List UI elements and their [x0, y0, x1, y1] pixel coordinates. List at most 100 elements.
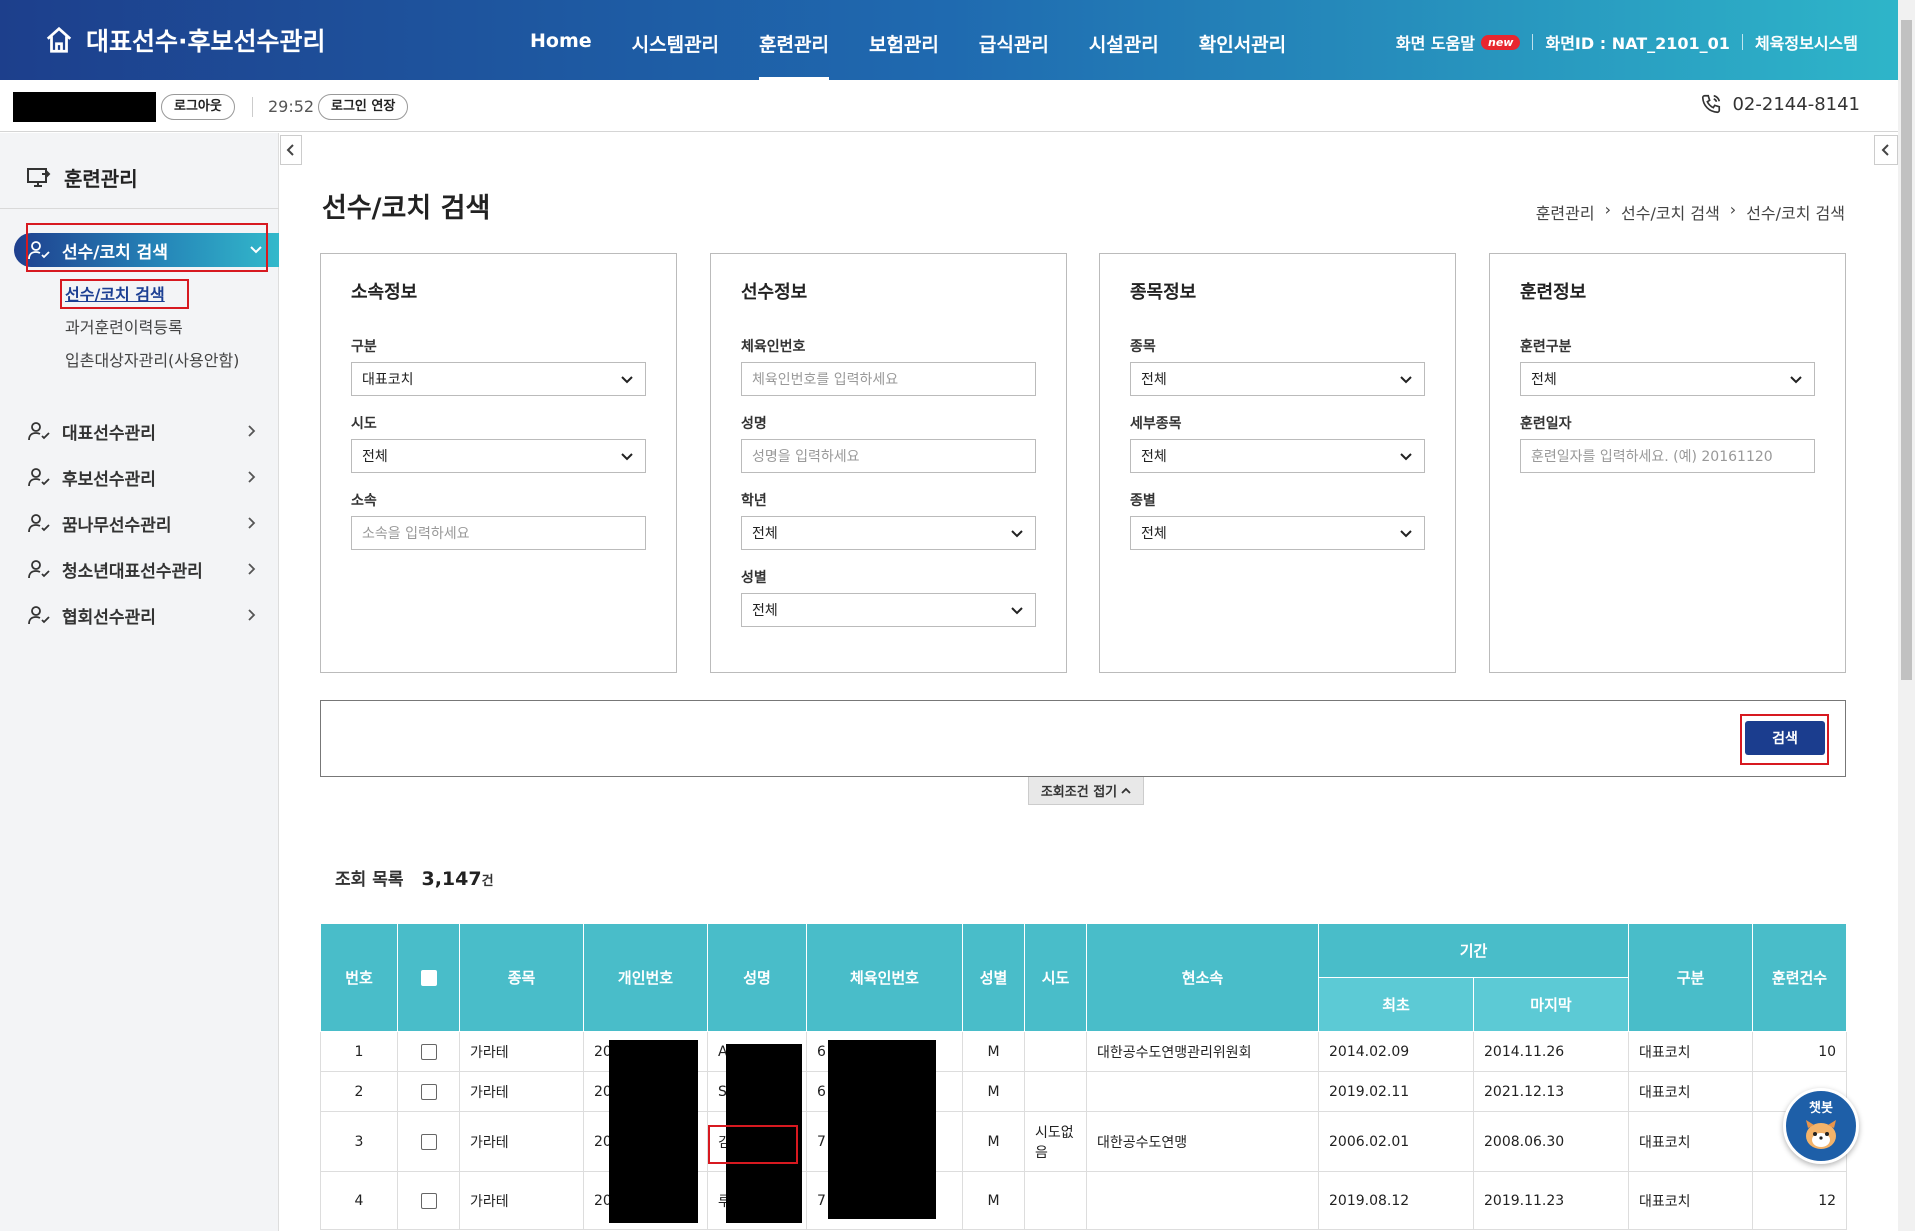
result-count-wrap: 3,147건 [421, 868, 493, 890]
fold-conditions-button[interactable]: 조회조건 접기 [1028, 777, 1144, 805]
col-header-period: 기간 [1317, 923, 1630, 978]
select-all-checkbox[interactable] [420, 970, 437, 986]
panel-affiliation: 소속정보 구분 대표코치 시도 전체 소속 소속을 입력하세요 [320, 253, 677, 673]
extend-login-button[interactable]: 로그인 연장 [318, 94, 409, 120]
col-header-sports-id[interactable]: 체육인번호 [806, 923, 963, 1032]
cell-select[interactable] [397, 1111, 460, 1172]
cell-first: 2019.08.12 [1318, 1171, 1474, 1230]
divider [1741, 34, 1743, 50]
nav-certificate[interactable]: 확인서관리 [1199, 30, 1286, 80]
sido-select[interactable]: 전체 [351, 439, 646, 473]
chevron-right-icon: › [1729, 200, 1737, 219]
sidebar-item-candidate-athlete[interactable]: 후보선수관리 [28, 462, 268, 492]
sidebar-item-dream-tree-athlete[interactable]: 꿈나무선수관리 [28, 508, 268, 538]
cell-sport: 가라테 [459, 1031, 584, 1072]
cell-count: 10 [1752, 1031, 1848, 1072]
training-date-input[interactable]: 훈련일자를 입력하세요. (예) 20161120 [1520, 439, 1815, 473]
table-row[interactable]: 3 가라테 20 김 7 M 시도없음 대한공수도연맹 2006.02.01 2… [320, 1111, 1848, 1172]
col-header-org[interactable]: 현소속 [1086, 923, 1319, 1032]
detail-sport-select[interactable]: 전체 [1130, 439, 1425, 473]
col-header-gender[interactable]: 성별 [962, 923, 1025, 1032]
name-input[interactable]: 성명을 입력하세요 [741, 439, 1036, 473]
panel-title: 훈련정보 [1520, 282, 1587, 303]
breadcrumb-item: 선수/코치 검색 [1746, 204, 1845, 223]
cell-sport: 가라테 [459, 1111, 584, 1172]
cell-select[interactable] [397, 1031, 460, 1072]
submenu-past-training[interactable]: 과거훈련이력등록 [65, 314, 183, 338]
breadcrumb-item[interactable]: 훈련관리 [1536, 200, 1595, 224]
name-label: 성명 [741, 416, 767, 432]
table-row[interactable]: 1 가라테 20 A 6 M 대한공수도연맹관리위원회 2014.02.09 2… [320, 1031, 1848, 1072]
cell-division: 대표코치 [1628, 1031, 1754, 1072]
chevron-right-icon [248, 517, 256, 529]
table-row[interactable]: 4 가라테 20 루 카 7 M 2019.08.12 2019.11.23 대… [320, 1171, 1848, 1230]
panel-title: 소속정보 [351, 282, 418, 303]
col-header-name[interactable]: 성명 [707, 923, 807, 1032]
scrollbar-thumb[interactable] [1901, 20, 1912, 680]
app-logo[interactable]: 대표선수·후보선수관리 [44, 22, 326, 58]
chevron-left-icon [286, 144, 294, 156]
table-row[interactable]: 2 가라테 20 S 6 M 2019.02.11 2021.12.13 대표코… [320, 1071, 1848, 1112]
col-header-count[interactable]: 훈련건수 [1752, 923, 1848, 1032]
cell-org [1086, 1071, 1319, 1112]
nav-meal[interactable]: 급식관리 [979, 30, 1049, 80]
system-link[interactable]: 체육정보시스템 [1755, 30, 1858, 54]
nav-insurance[interactable]: 보험관리 [869, 30, 939, 80]
logout-button[interactable]: 로그아웃 [161, 94, 235, 120]
nav-facility[interactable]: 시설관리 [1089, 30, 1159, 80]
cell-division: 대표코치 [1628, 1171, 1754, 1230]
chatbot-label: 챗봇 [1809, 1101, 1833, 1116]
cell-last: 2019.11.23 [1472, 1171, 1630, 1230]
nav-home[interactable]: Home [530, 30, 592, 80]
grade-label: 학년 [741, 493, 767, 509]
col-header-sport[interactable]: 종목 [459, 923, 584, 1032]
top-header: 대표선수·후보선수관리 Home 시스템관리 훈련관리 보험관리 급식관리 시설… [0, 0, 1898, 80]
sidebar-item-association-athlete[interactable]: 협회선수관리 [28, 600, 268, 630]
class-label: 종별 [1130, 493, 1156, 509]
help-link[interactable]: 화면 도움말 [1396, 30, 1475, 54]
col-header-no[interactable]: 번호 [320, 923, 398, 1032]
row-checkbox[interactable] [420, 1083, 437, 1100]
highlight-box [708, 1125, 798, 1164]
col-header-division[interactable]: 구분 [1628, 923, 1754, 1032]
sidebar-title: 훈련관리 [26, 163, 138, 192]
page-scrollbar[interactable] [1898, 0, 1915, 1231]
cell-gender: M [962, 1111, 1025, 1172]
sidebar-item-national-athlete[interactable]: 대표선수관리 [28, 416, 268, 446]
cell-select[interactable] [397, 1171, 460, 1230]
cell-select[interactable] [397, 1071, 460, 1112]
right-panel-toggle[interactable] [1874, 135, 1898, 165]
org-input[interactable]: 소속을 입력하세요 [351, 516, 646, 550]
result-count: 3,147 [421, 868, 482, 890]
grade-select[interactable]: 전체 [741, 516, 1036, 550]
col-header-first[interactable]: 최초 [1318, 977, 1474, 1032]
col-header-select-all[interactable] [397, 923, 460, 1032]
breadcrumb-item[interactable]: 선수/코치 검색 [1621, 200, 1720, 224]
gender-select[interactable]: 전체 [741, 593, 1036, 627]
col-header-sido[interactable]: 시도 [1024, 923, 1087, 1032]
chevron-down-icon [1011, 530, 1023, 538]
nav-system[interactable]: 시스템관리 [632, 30, 719, 80]
col-header-personal-no[interactable]: 개인번호 [583, 923, 708, 1032]
cell-sido [1024, 1071, 1087, 1112]
phone-number: 02-2144-8141 [1732, 93, 1860, 115]
nav-training[interactable]: 훈련관리 [759, 30, 829, 80]
highlight-box [60, 279, 189, 309]
sidebar-item-youth-national[interactable]: 청소년대표선수관리 [28, 554, 268, 584]
sidebar-item-label: 청소년대표선수관리 [62, 561, 203, 582]
col-header-last[interactable]: 마지막 [1472, 977, 1630, 1032]
training-type-select[interactable]: 전체 [1520, 362, 1815, 396]
chatbot-button[interactable]: 챗봇 [1783, 1088, 1859, 1164]
row-checkbox[interactable] [420, 1133, 437, 1150]
division-select[interactable]: 대표코치 [351, 362, 646, 396]
sports-id-input[interactable]: 체육인번호를 입력하세요 [741, 362, 1036, 396]
row-checkbox[interactable] [420, 1043, 437, 1060]
submenu-admission-target[interactable]: 입촌대상자관리(사용안함) [65, 347, 239, 371]
sport-select[interactable]: 전체 [1130, 362, 1425, 396]
class-select[interactable]: 전체 [1130, 516, 1425, 550]
sport-label: 종목 [1130, 339, 1156, 355]
sidebar-item-label: 대표선수관리 [62, 423, 156, 444]
sidebar-collapse-button[interactable] [280, 135, 302, 165]
row-checkbox[interactable] [420, 1192, 437, 1209]
cell-gender: M [962, 1171, 1025, 1230]
